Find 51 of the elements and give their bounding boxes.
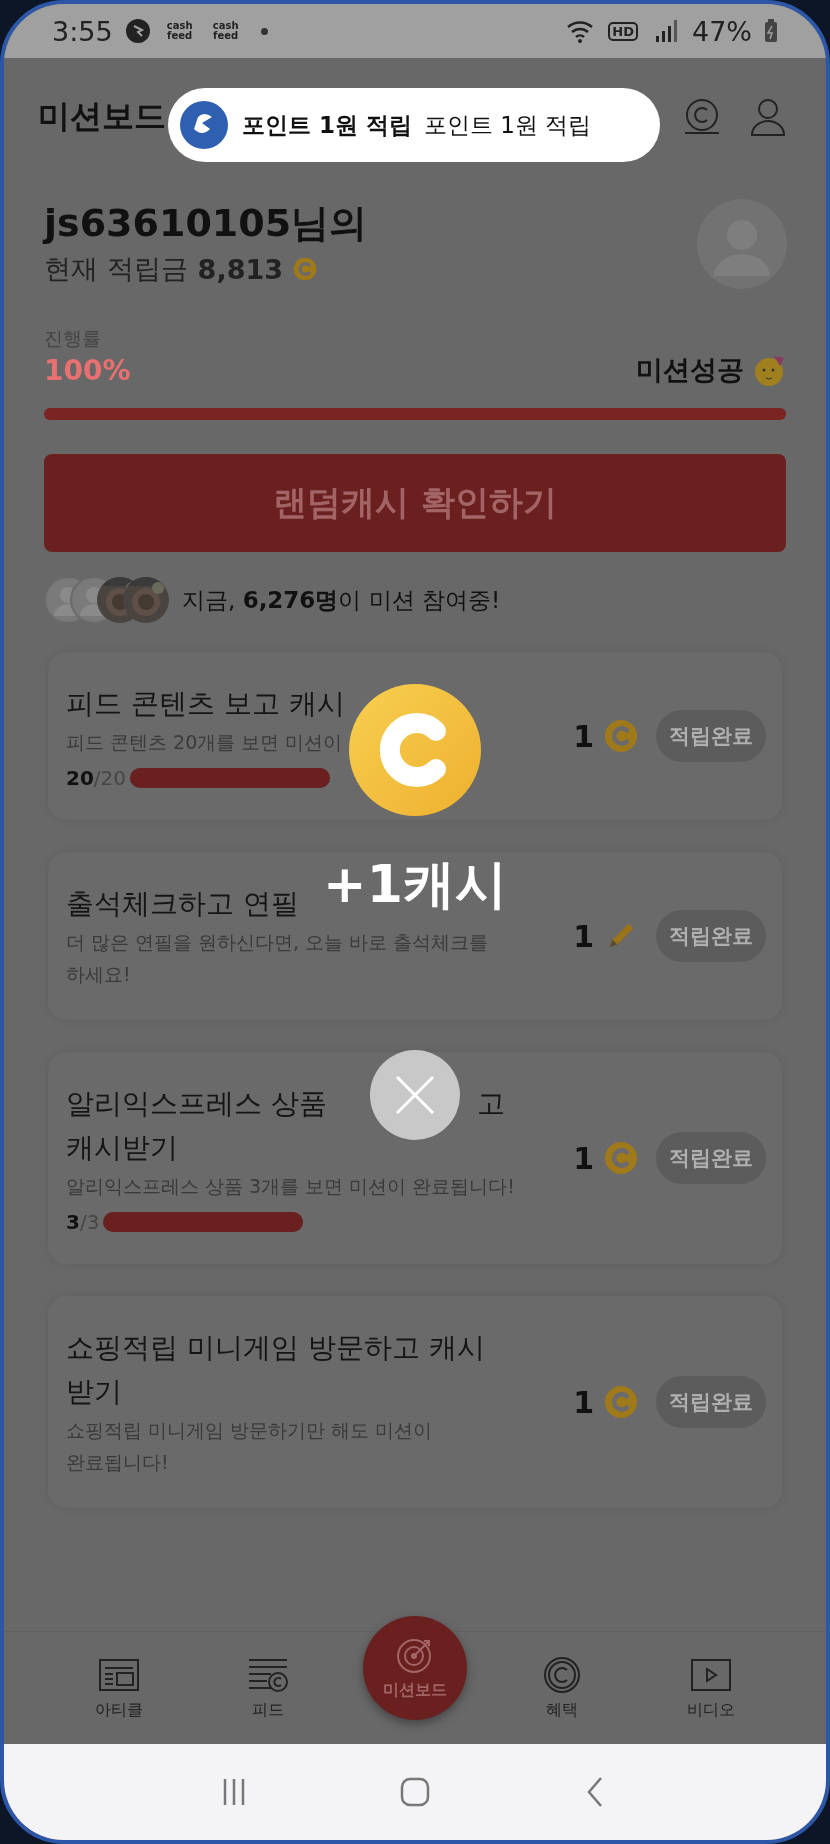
notification-logo: cash feed: [165, 21, 194, 41]
reward-popup-amount: +1캐시: [323, 853, 507, 916]
claimed-button[interactable]: 적립완료: [656, 910, 766, 962]
user-greeting: js63610105님의: [44, 200, 369, 247]
mission-status: 미션성공: [636, 353, 744, 387]
claimed-button[interactable]: 적립완료: [656, 1376, 766, 1428]
battery-icon: [764, 19, 778, 43]
mission-title: 출석체크하고 연필: [66, 886, 299, 922]
coin-icon: [348, 683, 482, 817]
app-logo-icon: [124, 18, 151, 44]
toast-message: 포인트 1원 적립: [424, 110, 592, 140]
profile-icon[interactable]: [748, 97, 788, 137]
coin-icon: [293, 257, 317, 281]
nav-tab[interactable]: 혜택: [487, 1655, 637, 1721]
hd-badge: HD: [608, 21, 638, 41]
balance-amount: 8,813: [197, 253, 283, 285]
notification-logo: cash feed: [211, 21, 240, 41]
coin-icon: [604, 719, 638, 753]
nav-tab[interactable]: 미션보드: [363, 1616, 467, 1720]
battery-percent: 47%: [692, 15, 752, 47]
coin-stack-icon[interactable]: [682, 97, 722, 137]
progress-count: 3: [66, 1210, 80, 1234]
mission-title: 피드 콘텐츠 보고 캐시: [66, 686, 345, 722]
reward-amount: 1: [573, 1384, 594, 1420]
toast-title: 포인트 1원 적립: [242, 110, 413, 140]
random-cash-button[interactable]: 랜덤캐시 확인하기: [44, 454, 786, 552]
reward-amount: 1: [573, 718, 594, 754]
mission-title: 받기: [66, 1374, 122, 1410]
app-logo-icon: [178, 99, 230, 151]
coin-icon: [604, 1385, 638, 1419]
mission-title: 알리익스프레스 상품: [66, 1086, 327, 1122]
status-time: 3:55: [52, 15, 113, 47]
mission-title: 고: [476, 1086, 505, 1122]
reward-amount: 1: [573, 1140, 594, 1176]
nav-tab[interactable]: 비디오: [636, 1655, 786, 1721]
progress-count: 20: [66, 766, 94, 790]
balance-label: 현재 적립금: [44, 252, 188, 286]
reward-amount: 1: [573, 918, 594, 954]
claimed-button[interactable]: 적립완료: [656, 710, 766, 762]
page-title: 미션보드: [38, 96, 166, 137]
coin-icon: [604, 1141, 638, 1175]
nav-tab[interactable]: 아티클: [44, 1655, 194, 1721]
mission-title: 캐시받기: [66, 1130, 178, 1166]
nav-tab[interactable]: 피드: [193, 1655, 343, 1721]
participants-text: 지금, 6,276명이 미션 참여중!: [182, 585, 501, 615]
claimed-button[interactable]: 적립완료: [656, 1132, 766, 1184]
home-icon[interactable]: [398, 1775, 432, 1809]
close-icon: [393, 1073, 437, 1117]
progress-percent: 100%: [44, 353, 132, 387]
mission-title: 쇼핑적립 미니게임 방문하고 캐시: [66, 1330, 485, 1366]
dot-icon: [260, 27, 268, 35]
